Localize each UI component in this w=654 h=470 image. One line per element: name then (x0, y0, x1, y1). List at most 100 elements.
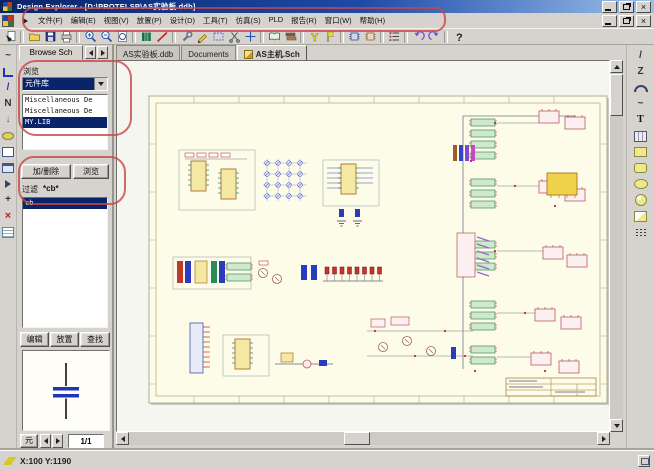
browse-button[interactable]: 浏览 (73, 164, 109, 179)
chip-analog-icon[interactable] (362, 29, 378, 44)
horizontal-scroll-thumb[interactable] (344, 432, 370, 445)
menu-simulate[interactable]: 仿真(S) (232, 13, 265, 28)
arc-tool-icon[interactable] (632, 80, 650, 96)
horizontal-scrollbar[interactable] (116, 432, 610, 445)
power-source-icon[interactable] (1, 128, 16, 144)
vertical-scroll-thumb[interactable] (610, 74, 623, 116)
undo-icon[interactable] (410, 29, 426, 44)
tools-icon[interactable] (178, 29, 194, 44)
sheet-entry-icon[interactable] (1, 176, 16, 192)
panel-scroll-right-button[interactable] (97, 46, 108, 59)
bus-entry-icon[interactable]: / (1, 80, 16, 96)
text-tool-icon[interactable]: T (632, 112, 650, 128)
graphic-tool-icon[interactable] (632, 208, 650, 224)
pie-chart-tool-icon[interactable] (632, 192, 650, 208)
simulation-probe-icon[interactable]: Y (306, 29, 322, 44)
explorer-toggle-icon[interactable] (2, 29, 18, 44)
component-list[interactable]: cb (22, 197, 108, 328)
menu-reports[interactable]: 报告(R) (287, 13, 320, 28)
menu-tools[interactable]: 工具(T) (199, 13, 232, 28)
annotate-icon[interactable] (386, 29, 402, 44)
menu-window[interactable]: 窗口(W) (321, 13, 356, 28)
document-system-menu-icon[interactable] (2, 15, 14, 27)
tab-ddb[interactable]: AS实验板.ddb (116, 45, 180, 60)
wire-tool-icon[interactable]: ~ (1, 48, 16, 64)
library-list[interactable]: Miscellaneous De Miscellaneous De MY.LIB (22, 94, 108, 150)
net-label-icon[interactable]: N (1, 96, 16, 112)
next-part-button[interactable] (52, 434, 63, 448)
save-icon[interactable] (42, 29, 58, 44)
tab-schematic-active[interactable]: AS主机.Sch (237, 45, 307, 60)
zoom-out-icon[interactable] (98, 29, 114, 44)
doc-restore-button[interactable] (619, 15, 634, 27)
scroll-left-button[interactable] (116, 432, 129, 445)
panel-scroll-left-button[interactable] (85, 46, 96, 59)
open-document-icon[interactable] (26, 29, 42, 44)
dropdown-button[interactable] (94, 78, 107, 90)
power-port-icon[interactable]: ↓ (1, 112, 16, 128)
doc-minimize-button[interactable] (602, 15, 617, 27)
menu-pld[interactable]: PLD (265, 13, 288, 28)
chip-digital-icon[interactable] (346, 29, 362, 44)
menu-help[interactable]: 帮助(H) (356, 13, 389, 28)
curve-tool-icon[interactable]: ~ (632, 96, 650, 112)
print-icon[interactable] (58, 29, 74, 44)
part-mode-button[interactable]: 元 (20, 434, 38, 448)
line-tool-icon[interactable]: / (632, 48, 650, 64)
library-list-item[interactable]: Miscellaneous De (23, 95, 107, 106)
component-list-item-selected[interactable]: cb (23, 198, 107, 209)
polyline-tool-icon[interactable]: Z (632, 64, 650, 80)
library-list-item-selected[interactable]: MY.LIB (23, 117, 107, 128)
edit-button[interactable]: 编辑 (20, 332, 49, 347)
browse-mode-dropdown[interactable]: 元件库 (22, 77, 108, 91)
status-corner-icon[interactable] (638, 455, 650, 467)
selection-icon[interactable] (210, 29, 226, 44)
rectangle-tool-icon[interactable] (632, 144, 650, 160)
scroll-up-button[interactable] (610, 60, 623, 73)
junction-icon[interactable]: + (1, 192, 16, 208)
place-button[interactable]: 放置 (50, 332, 79, 347)
zoom-document-icon[interactable] (114, 29, 130, 44)
menu-view[interactable]: 视图(V) (100, 13, 133, 28)
zoom-in-icon[interactable] (82, 29, 98, 44)
library-list-item[interactable]: Miscellaneous De (23, 106, 107, 117)
paste-array-icon[interactable] (632, 128, 650, 144)
libraries-icon[interactable] (138, 29, 154, 44)
no-erc-icon[interactable]: × (1, 208, 16, 224)
vertical-scrollbar[interactable] (610, 60, 623, 432)
filter-value[interactable]: *cb* (43, 184, 59, 193)
menu-place[interactable]: 放置(P) (133, 13, 166, 28)
ellipse-tool-icon[interactable] (632, 176, 650, 192)
array-placement-icon[interactable] (632, 224, 650, 240)
minimize-button[interactable] (602, 1, 617, 13)
child-menu-arrow-icon[interactable] (23, 18, 28, 24)
prev-part-button[interactable] (40, 434, 51, 448)
close-button[interactable]: × (636, 1, 651, 13)
browse-library-icon[interactable] (266, 29, 282, 44)
schematic-canvas[interactable] (116, 60, 610, 432)
move-icon[interactable] (242, 29, 258, 44)
add-remove-button[interactable]: 加/删除 (21, 164, 71, 179)
tab-documents[interactable]: Documents (181, 45, 235, 60)
text-frame-icon[interactable] (1, 224, 16, 240)
menu-file[interactable]: 文件(F) (34, 13, 67, 28)
run-flag-icon[interactable] (322, 29, 338, 44)
add-part-icon[interactable] (282, 29, 298, 44)
doc-close-button[interactable]: × (636, 15, 651, 27)
menu-edit[interactable]: 编辑(E) (67, 13, 100, 28)
sheet-symbol-icon[interactable] (1, 160, 16, 176)
scroll-right-button[interactable] (597, 432, 610, 445)
drawing-tools-icon[interactable] (194, 29, 210, 44)
tab-browse-sch[interactable]: Browse Sch (19, 45, 83, 60)
help-icon[interactable]: ? (450, 29, 466, 44)
menu-design[interactable]: 设计(D) (166, 13, 199, 28)
redo-icon[interactable] (426, 29, 442, 44)
wiring-tools-icon[interactable] (154, 29, 170, 44)
bus-tool-icon[interactable] (1, 64, 16, 80)
part-icon[interactable] (1, 144, 16, 160)
rounded-rectangle-tool-icon[interactable] (632, 160, 650, 176)
cut-icon[interactable] (226, 29, 242, 44)
find-button[interactable]: 查找 (80, 332, 110, 347)
scroll-down-button[interactable] (610, 419, 623, 432)
restore-button[interactable] (619, 1, 634, 13)
